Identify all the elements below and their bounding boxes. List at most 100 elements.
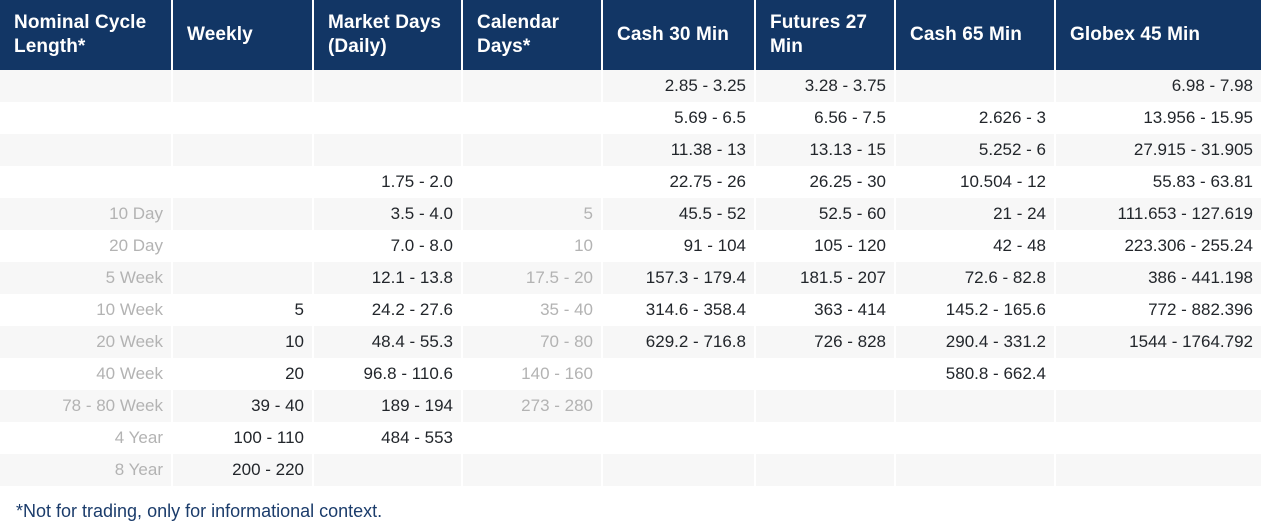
cell-globex45: 386 - 441.198	[1055, 262, 1261, 294]
cell-cash30	[602, 358, 756, 390]
table-row: 5.69 - 6.5 6.56 - 7.5 2.626 - 3 13.956 - 15…	[0, 102, 1261, 134]
column-header-market: Market Days (Daily)	[313, 0, 463, 70]
cell-globex45: 13.956 - 15.95	[1055, 102, 1261, 134]
cell-cash65	[895, 454, 1056, 486]
cell-futures27: 105 - 120	[755, 230, 896, 262]
column-header-futures27: Futures 27 Min	[755, 0, 896, 70]
cell-cash30: 91 - 104	[602, 230, 756, 262]
cell-calendar	[462, 134, 603, 166]
table-header: Nominal Cycle Length* Weekly Market Days…	[0, 0, 1261, 70]
cell-cash30: 2.85 - 3.25	[602, 70, 756, 102]
cell-calendar: 140 - 160	[462, 358, 603, 390]
cell-market: 3.5 - 4.0	[313, 198, 463, 230]
cell-weekly	[172, 70, 314, 102]
cell-globex45: 111.653 - 127.619	[1055, 198, 1261, 230]
cell-globex45: 1544 - 1764.792	[1055, 326, 1261, 358]
cell-futures27	[755, 422, 896, 454]
cell-calendar	[462, 70, 603, 102]
cell-cash30	[602, 390, 756, 422]
cell-calendar	[462, 102, 603, 134]
table-row: 20 Day 7.0 - 8.0 10 91 - 104 105 - 120 42 - 4…	[0, 230, 1261, 262]
cell-weekly	[172, 262, 314, 294]
table-row: 5 Week 12.1 - 13.8 17.5 - 20 157.3 - 179.4 1…	[0, 262, 1261, 294]
cell-futures27: 181.5 - 207	[755, 262, 896, 294]
cell-futures27: 3.28 - 3.75	[755, 70, 896, 102]
cell-weekly	[172, 134, 314, 166]
table-footnote: *Not for trading, only for informational…	[16, 501, 383, 521]
cell-calendar	[462, 422, 603, 454]
cell-cash30: 22.75 - 26	[602, 166, 756, 198]
cell-nominal: 78 - 80 Week	[0, 390, 173, 422]
cycle-length-sheet: Nominal Cycle Length* Weekly Market Days…	[0, 0, 1261, 526]
cell-futures27: 363 - 414	[755, 294, 896, 326]
cell-weekly: 39 - 40	[172, 390, 314, 422]
cell-market: 12.1 - 13.8	[313, 262, 463, 294]
cell-futures27	[755, 358, 896, 390]
cell-weekly: 10	[172, 326, 314, 358]
table-row: 4 Year 100 - 110 484 - 553	[0, 422, 1261, 454]
cell-futures27: 6.56 - 7.5	[755, 102, 896, 134]
cell-nominal: 40 Week	[0, 358, 173, 390]
cell-cash30: 314.6 - 358.4	[602, 294, 756, 326]
cell-globex45	[1055, 358, 1261, 390]
cell-nominal: 20 Day	[0, 230, 173, 262]
cell-globex45: 55.83 - 63.81	[1055, 166, 1261, 198]
cell-weekly	[172, 166, 314, 198]
header-row: Nominal Cycle Length* Weekly Market Days…	[0, 0, 1261, 70]
cell-market	[313, 70, 463, 102]
cell-cash30: 45.5 - 52	[602, 198, 756, 230]
cell-market: 1.75 - 2.0	[313, 166, 463, 198]
cell-weekly: 20	[172, 358, 314, 390]
cell-market: 48.4 - 55.3	[313, 326, 463, 358]
cell-globex45: 27.915 - 31.905	[1055, 134, 1261, 166]
cell-futures27	[755, 454, 896, 486]
cell-futures27: 26.25 - 30	[755, 166, 896, 198]
cell-cash30: 11.38 - 13	[602, 134, 756, 166]
cell-globex45: 772 - 882.396	[1055, 294, 1261, 326]
column-header-globex45: Globex 45 Min	[1055, 0, 1261, 70]
cell-cash65: 290.4 - 331.2	[895, 326, 1056, 358]
cell-cash65: 145.2 - 165.6	[895, 294, 1056, 326]
cell-globex45	[1055, 390, 1261, 422]
cell-market: 189 - 194	[313, 390, 463, 422]
nominal-cycle-length-table: Nominal Cycle Length* Weekly Market Days…	[0, 0, 1261, 486]
cell-weekly: 5	[172, 294, 314, 326]
cell-cash65	[895, 390, 1056, 422]
cell-weekly: 100 - 110	[172, 422, 314, 454]
cell-nominal: 8 Year	[0, 454, 173, 486]
cell-globex45: 6.98 - 7.98	[1055, 70, 1261, 102]
cell-market	[313, 134, 463, 166]
cell-globex45	[1055, 454, 1261, 486]
column-header-nominal: Nominal Cycle Length*	[0, 0, 173, 70]
cell-cash30: 157.3 - 179.4	[602, 262, 756, 294]
table-row: 10 Day 3.5 - 4.0 5 45.5 - 52 52.5 - 60 21 - 2…	[0, 198, 1261, 230]
column-header-cash65: Cash 65 Min	[895, 0, 1056, 70]
cell-cash65: 580.8 - 662.4	[895, 358, 1056, 390]
cell-nominal: 10 Day	[0, 198, 173, 230]
cell-nominal: 4 Year	[0, 422, 173, 454]
cell-cash65	[895, 70, 1056, 102]
cell-calendar: 70 - 80	[462, 326, 603, 358]
cell-futures27	[755, 390, 896, 422]
cell-nominal	[0, 70, 173, 102]
table-row: 8 Year 200 - 220	[0, 454, 1261, 486]
cell-nominal: 20 Week	[0, 326, 173, 358]
cell-cash65: 5.252 - 6	[895, 134, 1056, 166]
cell-nominal	[0, 134, 173, 166]
table-body: 2.85 - 3.25 3.28 - 3.75 6.98 - 7.98 5.69 - …	[0, 70, 1261, 486]
cell-cash65: 42 - 48	[895, 230, 1056, 262]
cell-market	[313, 454, 463, 486]
cell-weekly	[172, 198, 314, 230]
cell-calendar: 273 - 280	[462, 390, 603, 422]
table-row: 10 Week 5 24.2 - 27.6 35 - 40 314.6 - 358.4 3…	[0, 294, 1261, 326]
table-row: 40 Week 20 96.8 - 110.6 140 - 160 580.8 - 66…	[0, 358, 1261, 390]
cell-futures27: 13.13 - 15	[755, 134, 896, 166]
column-header-weekly: Weekly	[172, 0, 314, 70]
table-row: 11.38 - 13 13.13 - 15 5.252 - 6 27.915 - 31…	[0, 134, 1261, 166]
cell-calendar	[462, 454, 603, 486]
cell-nominal	[0, 166, 173, 198]
cell-cash30	[602, 422, 756, 454]
cell-market	[313, 102, 463, 134]
table-row: 20 Week 10 48.4 - 55.3 70 - 80 629.2 - 716.8…	[0, 326, 1261, 358]
cell-globex45: 223.306 - 255.24	[1055, 230, 1261, 262]
